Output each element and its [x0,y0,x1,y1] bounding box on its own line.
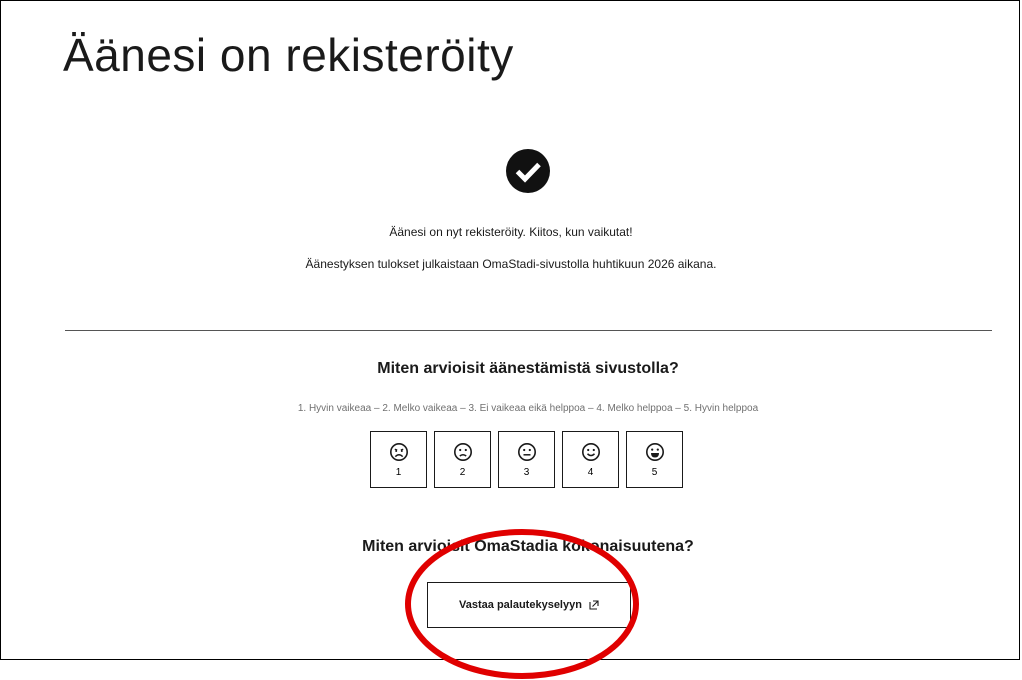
rating-button-4[interactable]: 4 [562,431,619,488]
smile-face-icon [581,442,600,461]
overall-question: Miten arvioisit OmaStadia kokonaisuutena… [362,538,694,555]
rating-value: 4 [587,466,594,478]
rating-value: 2 [459,466,466,478]
rating-button-3[interactable]: 3 [498,431,555,488]
very-sad-face-icon [389,442,408,461]
rating-button-5[interactable]: 5 [626,431,683,488]
big-smile-face-icon [645,442,664,461]
rating-button-1[interactable]: 1 [370,431,427,488]
results-info: Äänestyksen tulokset julkaistaan OmaStad… [305,257,717,271]
confirmation-message: Äänesi on nyt rekisteröity. Kiitos, kun … [389,225,633,239]
external-link-icon [589,600,599,610]
rating-button-2[interactable]: 2 [434,431,491,488]
feedback-survey-label: Vastaa palautekyselyyn [459,599,582,611]
check-circle-icon [506,149,550,193]
sad-face-icon [453,442,472,461]
rating-value: 5 [651,466,658,478]
rating-options: 1 2 3 4 5 [370,431,683,488]
rating-question: Miten arvioisit äänestämistä sivustolla? [377,360,679,377]
neutral-face-icon [517,442,536,461]
page-title: Äänesi on rekisteröity [63,29,514,81]
rating-value: 1 [395,466,402,478]
divider [65,330,992,331]
rating-value: 3 [523,466,530,478]
rating-scale-legend: 1. Hyvin vaikeaa – 2. Melko vaikeaa – 3.… [297,403,759,414]
feedback-survey-button[interactable]: Vastaa palautekyselyyn [427,582,631,628]
